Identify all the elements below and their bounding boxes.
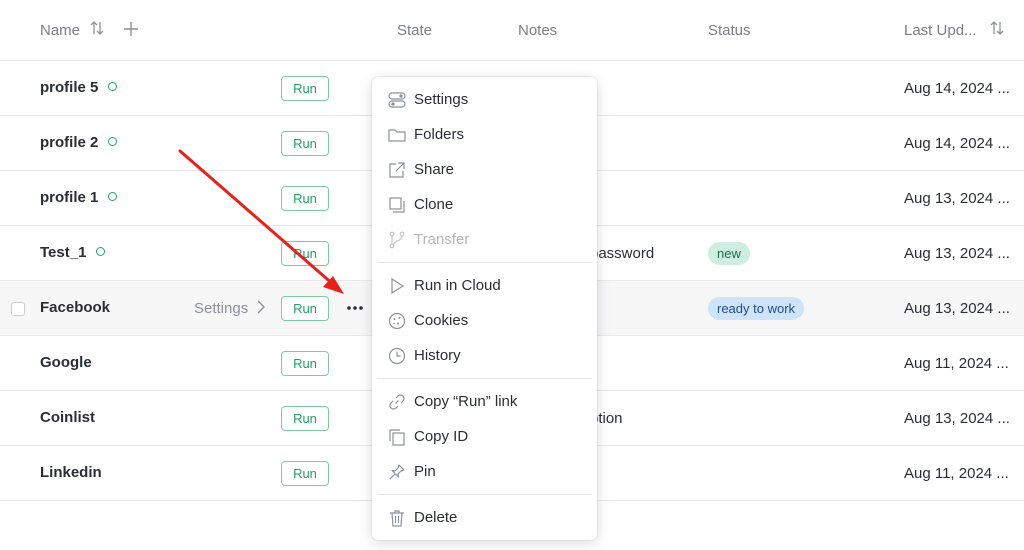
menu-item-settings[interactable]: Settings <box>372 83 597 116</box>
last-updated: Aug 11, 2024 ... <box>904 355 1009 372</box>
last-updated: Aug 14, 2024 ... <box>904 80 1010 97</box>
profile-name[interactable]: profile 2 <box>40 134 118 151</box>
more-options-icon[interactable] <box>343 298 367 318</box>
link-icon <box>389 394 405 410</box>
share-icon <box>389 162 405 178</box>
profile-name[interactable]: Coinlist <box>40 409 95 426</box>
profile-name[interactable]: Facebook <box>40 299 110 316</box>
table-header: Name State Notes Status Last Upd... <box>0 0 1024 61</box>
column-header-notes[interactable]: Notes <box>518 22 557 39</box>
run-button[interactable]: Run <box>281 461 329 486</box>
run-button[interactable]: Run <box>281 406 329 431</box>
settings-toggle-icon <box>388 92 406 108</box>
last-updated: Aug 13, 2024 ... <box>904 300 1010 317</box>
menu-item-history[interactable]: History <box>372 339 597 372</box>
status-dot-icon <box>108 192 118 201</box>
context-menu: Settings Folders Share Clone Transfer Ru… <box>372 77 597 540</box>
last-updated: Aug 13, 2024 ... <box>904 190 1010 207</box>
column-header-last-updated[interactable]: Last Upd... <box>904 22 977 39</box>
copy-icon <box>389 429 405 446</box>
status-dot-icon <box>108 82 118 91</box>
column-header-state[interactable]: State <box>397 22 432 39</box>
pin-icon <box>389 464 405 480</box>
menu-item-pin[interactable]: Pin <box>372 455 597 488</box>
menu-item-cookies[interactable]: Cookies <box>372 304 597 337</box>
last-updated: Aug 13, 2024 ... <box>904 410 1010 427</box>
profile-name[interactable]: Test_1 <box>40 244 106 261</box>
last-updated: Aug 13, 2024 ... <box>904 245 1010 262</box>
last-updated: Aug 11, 2024 ... <box>904 465 1009 482</box>
add-column-icon[interactable] <box>124 22 138 36</box>
run-button[interactable]: Run <box>281 186 329 211</box>
column-header-status[interactable]: Status <box>708 22 751 39</box>
sort-icon[interactable] <box>90 20 104 36</box>
clock-icon <box>388 347 406 365</box>
clone-icon <box>389 197 405 213</box>
row-settings-link[interactable]: Settings <box>194 300 266 317</box>
run-button[interactable]: Run <box>281 241 329 266</box>
run-button[interactable]: Run <box>281 76 329 101</box>
menu-item-copy-id[interactable]: Copy ID <box>372 420 597 453</box>
trash-icon <box>390 510 404 527</box>
transfer-icon <box>389 231 405 249</box>
menu-divider <box>377 262 592 263</box>
status-dot-icon <box>108 137 118 146</box>
profile-name[interactable]: profile 5 <box>40 79 118 96</box>
status-dot-icon <box>96 247 106 256</box>
menu-item-clone[interactable]: Clone <box>372 188 597 221</box>
menu-item-folders[interactable]: Folders <box>372 118 597 151</box>
profile-name[interactable]: profile 1 <box>40 189 118 206</box>
notes-cell[interactable]: password <box>590 245 654 262</box>
run-button[interactable]: Run <box>281 296 329 321</box>
status-badge[interactable]: ready to work <box>708 297 805 320</box>
menu-divider <box>377 378 592 379</box>
column-header-name[interactable]: Name <box>40 22 80 39</box>
chevron-right-icon <box>257 300 266 314</box>
play-icon <box>391 277 405 295</box>
run-button[interactable]: Run <box>281 351 329 376</box>
profile-name[interactable]: Linkedin <box>40 464 102 481</box>
run-button[interactable]: Run <box>281 131 329 156</box>
menu-divider <box>377 494 592 495</box>
menu-item-transfer[interactable]: Transfer <box>372 223 597 256</box>
menu-item-copy-run-link[interactable]: Copy “Run” link <box>372 385 597 418</box>
row-checkbox[interactable] <box>11 302 25 316</box>
status-badge[interactable]: new <box>708 242 750 265</box>
folder-icon <box>388 129 406 142</box>
last-updated: Aug 14, 2024 ... <box>904 135 1010 152</box>
menu-item-share[interactable]: Share <box>372 153 597 186</box>
sort-icon[interactable] <box>990 20 1004 36</box>
profile-name[interactable]: Google <box>40 354 92 371</box>
menu-item-delete[interactable]: Delete <box>372 501 597 534</box>
menu-item-run-in-cloud[interactable]: Run in Cloud <box>372 269 597 302</box>
cookie-icon <box>388 312 406 330</box>
